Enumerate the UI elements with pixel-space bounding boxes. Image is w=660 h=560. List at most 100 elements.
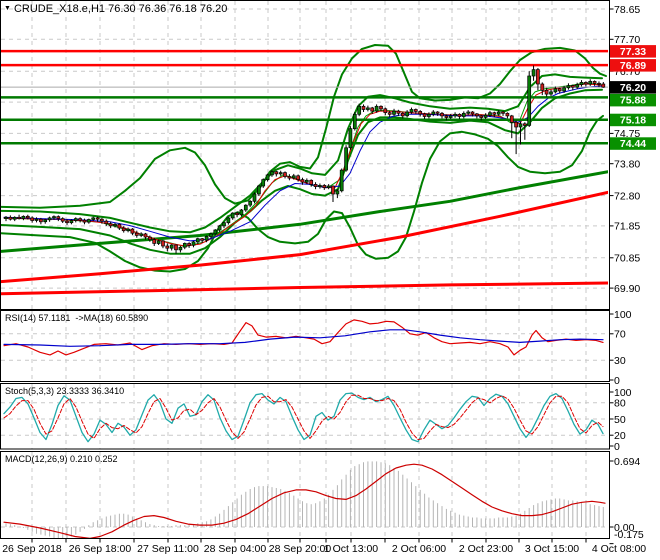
bull-candle	[453, 113, 457, 117]
bear-candle	[440, 112, 444, 117]
bear-candle	[56, 216, 61, 219]
bear-candle	[418, 111, 423, 115]
bear-candle	[601, 83, 606, 88]
bull-candle	[34, 218, 39, 221]
bear-candle	[134, 232, 139, 236]
bull-candle	[252, 193, 257, 202]
bull-candle	[466, 111, 471, 114]
price-tick-label: 73.80	[614, 159, 640, 171]
bull-candle	[243, 204, 248, 211]
bull-candle	[562, 87, 566, 92]
bear-candle	[30, 217, 35, 221]
bull-candle	[69, 220, 74, 224]
bull-candle	[461, 112, 466, 117]
bear-candle	[65, 220, 69, 224]
bear-candle	[505, 112, 510, 117]
bear-candle	[100, 218, 104, 222]
bull-candle	[409, 109, 414, 113]
bull-candle	[527, 75, 532, 126]
current-price-badge: 76.20	[620, 82, 646, 94]
time-tick-label: 26 Sep 2018	[2, 543, 62, 555]
bull-candle	[139, 233, 144, 236]
bear-candle	[413, 109, 418, 112]
bull-candle	[261, 179, 266, 187]
rsi-tick-label: 100	[614, 309, 632, 321]
bear-candle	[165, 245, 170, 249]
rsi-panel[interactable]	[3, 319, 604, 356]
symbol-dropdown-icon[interactable]: ▼	[4, 5, 11, 12]
bear-candle	[457, 113, 462, 117]
bull-candle	[4, 216, 8, 219]
bull-candle	[431, 111, 436, 115]
bear-candle	[39, 218, 43, 223]
bull-candle	[222, 222, 226, 227]
bear-candle	[60, 218, 65, 222]
bull-candle	[326, 185, 331, 188]
bull-candle	[483, 114, 488, 118]
price-chart-canvas[interactable]: 78.6577.7076.7075.7374.7573.8072.8071.85…	[0, 0, 660, 560]
bull-candle	[566, 85, 571, 89]
stochastic-indicator-label: Stoch(5,3,3) 23.3333 36.3410	[5, 386, 125, 396]
bear-candle	[152, 239, 157, 244]
bull-candle	[182, 243, 187, 248]
bull-candle	[357, 105, 362, 115]
bull-candle	[21, 215, 26, 219]
bull-candle	[113, 223, 117, 227]
macd-tick-label: -0.175	[614, 529, 644, 541]
time-tick-label: 4 Oct 08:00	[592, 543, 646, 555]
bear-candle	[509, 115, 514, 123]
bull-candle	[304, 179, 309, 183]
bull-candle	[12, 216, 17, 220]
macd-panel[interactable]	[3, 461, 606, 539]
time-tick-label: 26 Sep 18:00	[69, 543, 132, 555]
bear-candle	[17, 216, 21, 219]
bull-candle	[278, 172, 283, 175]
bull-candle	[169, 244, 174, 249]
bear-candle	[287, 176, 292, 179]
bear-candle	[322, 185, 327, 188]
bear-candle	[570, 85, 575, 88]
bear-candle	[235, 212, 239, 216]
bear-candle	[104, 220, 109, 225]
bear-candle	[475, 113, 479, 117]
chart-title: ▼ CRUDE_X18.e,H1 76.30 76.36 76.18 76.20	[4, 4, 227, 15]
bear-candle	[8, 216, 13, 220]
bull-candle	[178, 246, 183, 251]
bull-candle	[518, 123, 523, 128]
bull-candle	[156, 240, 161, 244]
bull-candle	[73, 218, 78, 221]
ma-red-mid	[1, 190, 608, 284]
bear-candle	[130, 228, 135, 234]
bull-candle	[217, 225, 222, 231]
bear-candle	[422, 113, 427, 117]
bull-candle	[270, 171, 274, 176]
bear-candle	[361, 105, 366, 110]
terminal-window: { "chart_data": { "type": "candlestick",…	[0, 0, 660, 560]
bull-candle	[448, 115, 453, 118]
bear-candle	[187, 243, 191, 246]
bull-candle	[496, 111, 501, 115]
bull-candle	[248, 200, 253, 206]
bear-candle	[584, 82, 588, 85]
stochastic-panel[interactable]	[3, 392, 604, 443]
bull-candle	[86, 219, 91, 223]
support-badge-75.88: 75.88	[620, 95, 646, 107]
bear-candle	[501, 111, 505, 114]
bull-candle	[213, 229, 218, 235]
bull-candle	[52, 216, 56, 219]
bull-candle	[588, 81, 593, 85]
bull-candle	[392, 110, 396, 115]
resistance-badge-76.89: 76.89	[620, 60, 646, 72]
bull-candle	[226, 217, 231, 224]
time-axis[interactable]: 26 Sep 2018 26 Sep 18:00 27 Sep 11:00 28 Se…	[2, 538, 646, 556]
support-resistance-lines[interactable]	[0, 49, 609, 145]
main-price-panel[interactable]	[0, 44, 609, 296]
rsi-indicator-label: RSI(14) 57.1181 ->MA(18) 60.5890	[5, 313, 149, 323]
bear-candle	[479, 115, 484, 118]
bear-candle	[544, 89, 549, 95]
bull-candle	[230, 212, 235, 219]
bear-candle	[117, 223, 122, 229]
stoch-k-line	[3, 392, 604, 443]
time-tick-label: 27 Sep 11:00	[137, 543, 199, 555]
bull-candle	[209, 233, 213, 237]
